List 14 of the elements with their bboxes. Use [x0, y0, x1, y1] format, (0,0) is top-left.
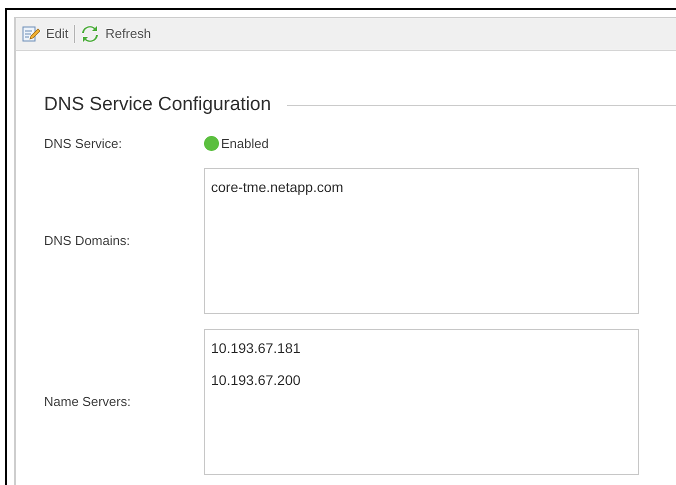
list-entry: core-tme.netapp.com: [211, 178, 344, 197]
edit-button[interactable]: Edit: [22, 24, 68, 44]
list-field[interactable]: 10.193.67.181 10.193.67.200: [204, 329, 639, 475]
field-label: DNS Domains:: [44, 232, 131, 250]
section-title: DNS Service Configuration: [44, 93, 272, 117]
list-entry: 10.193.67.200: [211, 371, 302, 390]
edit-icon: [22, 25, 40, 43]
status-text: Enabled: [221, 134, 269, 152]
field-label: Name Servers:: [44, 393, 132, 412]
list-field[interactable]: core-tme.netapp.com: [204, 168, 639, 314]
refresh-icon: [81, 25, 100, 43]
list-entry: 10.193.67.181: [211, 339, 302, 358]
field-label: DNS Service:: [44, 134, 124, 152]
refresh-button[interactable]: Refresh: [81, 24, 151, 44]
